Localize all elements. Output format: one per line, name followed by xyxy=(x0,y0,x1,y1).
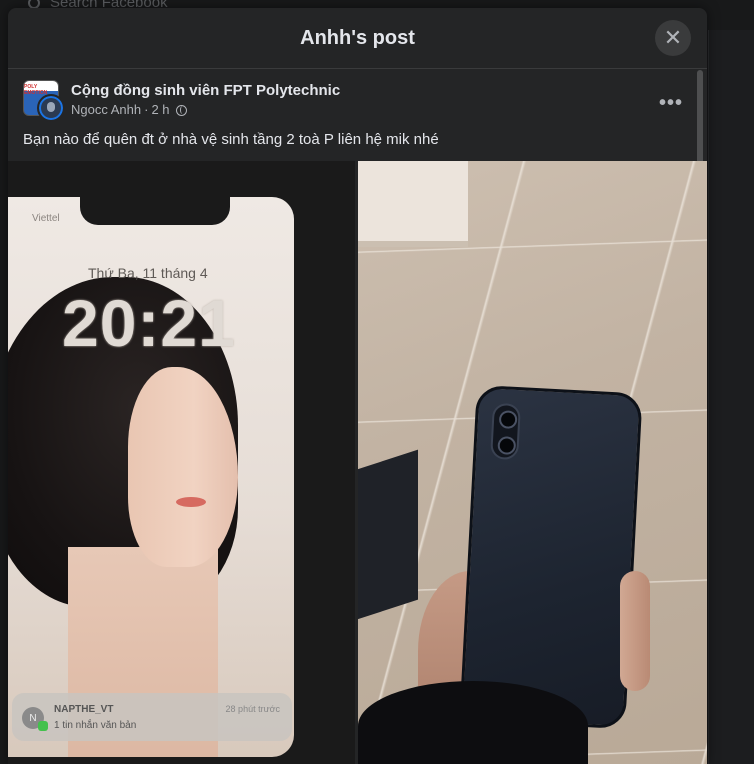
group-name-link[interactable]: Cộng đồng sinh viên FPT Polytechnic xyxy=(71,81,340,101)
phone-notch xyxy=(80,197,230,225)
post-modal: Anhh's post ✕ POLY EMOTION Cộng đồng sin… xyxy=(8,8,707,764)
globe-icon xyxy=(175,104,187,116)
more-options-button[interactable]: ••• xyxy=(659,92,683,115)
avatar-group[interactable]: POLY EMOTION xyxy=(23,80,65,122)
sleeve xyxy=(358,681,588,764)
close-icon: ✕ xyxy=(663,25,683,50)
post-subline: Ngocc Anhh · 2 h xyxy=(71,101,340,119)
notification-time: 28 phút trước xyxy=(225,704,280,714)
user-avatar[interactable] xyxy=(37,94,65,122)
modal-header: Anhh's post ✕ xyxy=(8,8,707,69)
post-meta: Cộng đồng sinh viên FPT Polytechnic Ngoc… xyxy=(71,81,340,122)
post-header: POLY EMOTION Cộng đồng sinh viên FPT Pol… xyxy=(23,80,340,122)
close-button[interactable]: ✕ xyxy=(655,20,691,56)
post-text: Bạn nào để quên đt ở nhà vệ sinh tầng 2 … xyxy=(23,131,439,148)
photo-grid: Viettel Thứ Ba, 11 tháng 4 20:21 N NAPTH… xyxy=(8,161,707,764)
author-link[interactable]: Ngocc Anhh xyxy=(71,101,141,119)
lock-date: Thứ Ba, 11 tháng 4 xyxy=(88,265,208,281)
lock-time: 20:21 xyxy=(62,286,236,360)
separator: · xyxy=(144,102,149,117)
camera-module-icon xyxy=(490,402,521,461)
post-time-link[interactable]: 2 h xyxy=(151,101,169,119)
wallpaper-lips xyxy=(176,497,206,507)
photo-lockscreen[interactable]: Viettel Thứ Ba, 11 tháng 4 20:21 N NAPTH… xyxy=(8,161,355,764)
white-box xyxy=(358,161,468,241)
carrier-label: Viettel xyxy=(32,213,60,224)
photo-phone-back[interactable] xyxy=(358,161,707,764)
modal-title: Anhh's post xyxy=(300,26,415,49)
phone-back xyxy=(459,384,643,730)
message-app-icon xyxy=(38,721,48,731)
dark-box xyxy=(358,449,418,623)
phone-screen: Viettel Thứ Ba, 11 tháng 4 20:21 N NAPTH… xyxy=(8,197,294,757)
background-right-panel xyxy=(708,30,754,764)
lockscreen-notification: N NAPTHE_VT 1 tin nhắn văn bản 28 phút t… xyxy=(12,693,292,741)
notification-message: 1 tin nhắn văn bản xyxy=(54,720,137,731)
notification-sender: NAPTHE_VT xyxy=(54,704,114,715)
fingers xyxy=(620,571,650,691)
